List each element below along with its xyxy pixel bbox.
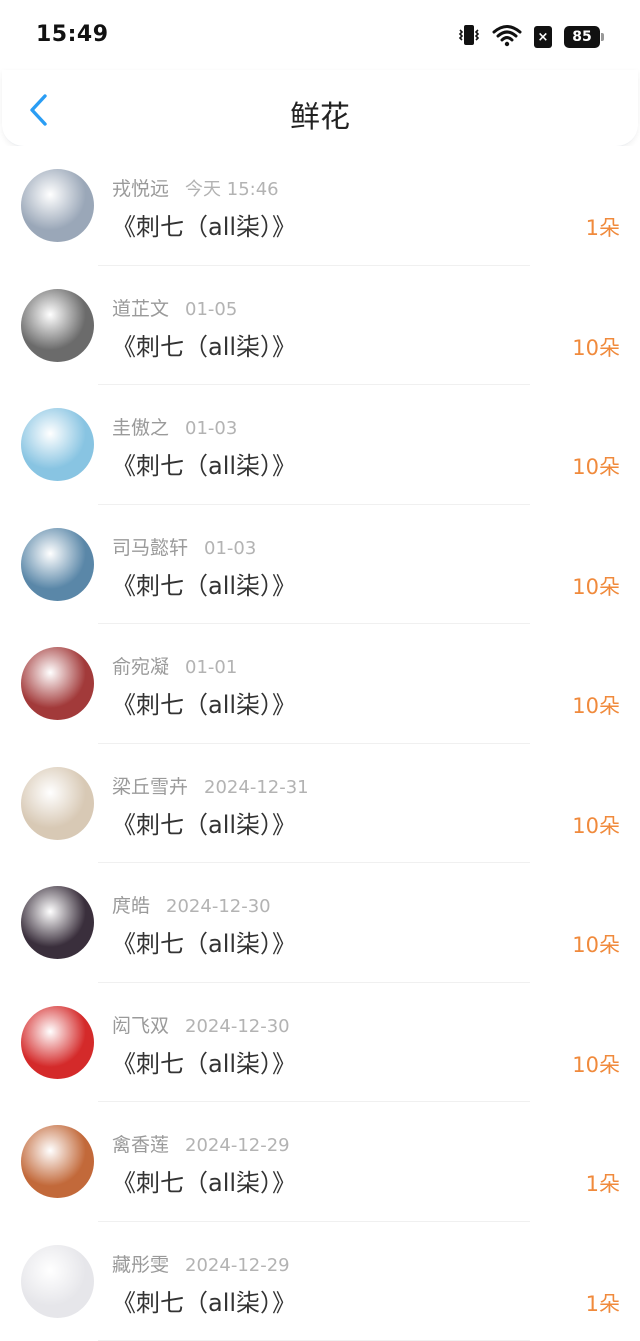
flower-count: 10朵 — [572, 1049, 620, 1079]
book-title[interactable]: 《刺七（all柒）》 — [112, 685, 296, 720]
flower-count: 10朵 — [572, 571, 620, 601]
flower-count: 1朵 — [586, 1168, 620, 1198]
status-bar: 15:49 × 85 — [0, 0, 640, 70]
avatar[interactable] — [21, 886, 94, 959]
list-item[interactable]: 道芷文 01-05 《刺七（all柒）》 10朵 — [0, 266, 640, 386]
list-item[interactable]: 戎悦远今天 15:46 《刺七（all柒）》 1朵 — [0, 146, 640, 266]
item-meta: 庹皓 2024-12-30 — [112, 891, 271, 918]
avatar[interactable] — [21, 1006, 94, 1079]
avatar[interactable] — [21, 767, 94, 840]
avatar[interactable] — [21, 528, 94, 601]
flower-count: 10朵 — [572, 332, 620, 362]
list-item[interactable]: 藏彤雯 2024-12-29 《刺七（all柒）》 1朵 — [0, 1222, 640, 1341]
list-item[interactable]: 闳飞双 2024-12-30 《刺七（all柒）》 10朵 — [0, 983, 640, 1103]
timestamp: 01-03 — [204, 538, 256, 559]
timestamp: 01-05 — [185, 299, 237, 320]
timestamp: 2024-12-30 — [166, 896, 271, 917]
list-item[interactable]: 圭傲之 01-03 《刺七（all柒）》 10朵 — [0, 385, 640, 505]
flower-count: 10朵 — [572, 929, 620, 959]
user-name[interactable]: 禽香莲 — [112, 1134, 169, 1156]
user-name[interactable]: 梁丘雪卉 — [112, 776, 188, 798]
list-item[interactable]: 禽香莲 2024-12-29 《刺七（all柒）》 1朵 — [0, 1102, 640, 1222]
user-name[interactable]: 司马懿轩 — [112, 537, 188, 559]
header-bar: 鲜花 — [2, 70, 638, 147]
book-title[interactable]: 《刺七（all柒）》 — [112, 207, 296, 242]
flower-list: 戎悦远今天 15:46《刺七（all柒）》1朵道芷文01-05《刺七（all柒）… — [0, 146, 640, 1341]
flower-count: 10朵 — [572, 451, 620, 481]
user-name[interactable]: 闳飞双 — [112, 1015, 169, 1037]
book-title[interactable]: 《刺七（all柒）》 — [112, 327, 296, 362]
book-title[interactable]: 《刺七（all柒）》 — [112, 805, 296, 840]
item-meta: 司马懿轩 01-03 — [112, 533, 256, 560]
avatar[interactable] — [21, 408, 94, 481]
timestamp: 01-03 — [185, 418, 237, 439]
avatar[interactable] — [21, 289, 94, 362]
flower-count: 10朵 — [572, 690, 620, 720]
item-meta: 俞宛凝 01-01 — [112, 652, 237, 679]
flower-count: 1朵 — [586, 212, 620, 242]
avatar[interactable] — [21, 647, 94, 720]
list-item[interactable]: 司马懿轩 01-03 《刺七（all柒）》 10朵 — [0, 505, 640, 625]
item-meta: 藏彤雯 2024-12-29 — [112, 1250, 290, 1277]
timestamp: 2024-12-29 — [185, 1255, 290, 1276]
book-title[interactable]: 《刺七（all柒）》 — [112, 566, 296, 601]
user-name[interactable]: 庹皓 — [112, 895, 150, 917]
avatar[interactable] — [21, 1245, 94, 1318]
item-meta: 禽香莲 2024-12-29 — [112, 1130, 290, 1157]
wifi-icon — [492, 23, 522, 51]
battery-icon: 85 — [564, 26, 600, 48]
list-item[interactable]: 梁丘雪卉 2024-12-31 《刺七（all柒）》 10朵 — [0, 744, 640, 864]
book-title[interactable]: 《刺七（all柒）》 — [112, 1044, 296, 1079]
item-meta: 道芷文 01-05 — [112, 294, 237, 321]
avatar[interactable] — [21, 169, 94, 242]
flower-count: 10朵 — [572, 810, 620, 840]
status-time: 15:49 — [36, 22, 109, 47]
book-title[interactable]: 《刺七（all柒）》 — [112, 924, 296, 959]
user-name[interactable]: 戎悦远 — [112, 178, 169, 200]
item-meta: 梁丘雪卉 2024-12-31 — [112, 772, 309, 799]
vibrate-icon — [458, 23, 480, 51]
no-sim-icon: × — [534, 26, 552, 48]
book-title[interactable]: 《刺七（all柒）》 — [112, 1283, 296, 1318]
book-title[interactable]: 《刺七（all柒）》 — [112, 1163, 296, 1198]
flower-count: 1朵 — [586, 1288, 620, 1318]
item-meta: 戎悦远今天 15:46 — [112, 174, 279, 201]
timestamp: 2024-12-31 — [204, 777, 309, 798]
timestamp: 01-01 — [185, 657, 237, 678]
page-title: 鲜花 — [2, 92, 638, 136]
avatar[interactable] — [21, 1125, 94, 1198]
user-name[interactable]: 道芷文 — [112, 298, 169, 320]
user-name[interactable]: 俞宛凝 — [112, 656, 169, 678]
user-name[interactable]: 圭傲之 — [112, 417, 169, 439]
list-item[interactable]: 俞宛凝 01-01 《刺七（all柒）》 10朵 — [0, 624, 640, 744]
timestamp: 2024-12-30 — [185, 1016, 290, 1037]
timestamp: 今天 15:46 — [185, 179, 279, 200]
list-item[interactable]: 庹皓 2024-12-30 《刺七（all柒）》 10朵 — [0, 863, 640, 983]
item-meta: 圭傲之 01-03 — [112, 413, 237, 440]
timestamp: 2024-12-29 — [185, 1135, 290, 1156]
user-name[interactable]: 藏彤雯 — [112, 1254, 169, 1276]
status-icons: × 85 — [458, 24, 600, 50]
item-meta: 闳飞双 2024-12-30 — [112, 1011, 290, 1038]
book-title[interactable]: 《刺七（all柒）》 — [112, 446, 296, 481]
